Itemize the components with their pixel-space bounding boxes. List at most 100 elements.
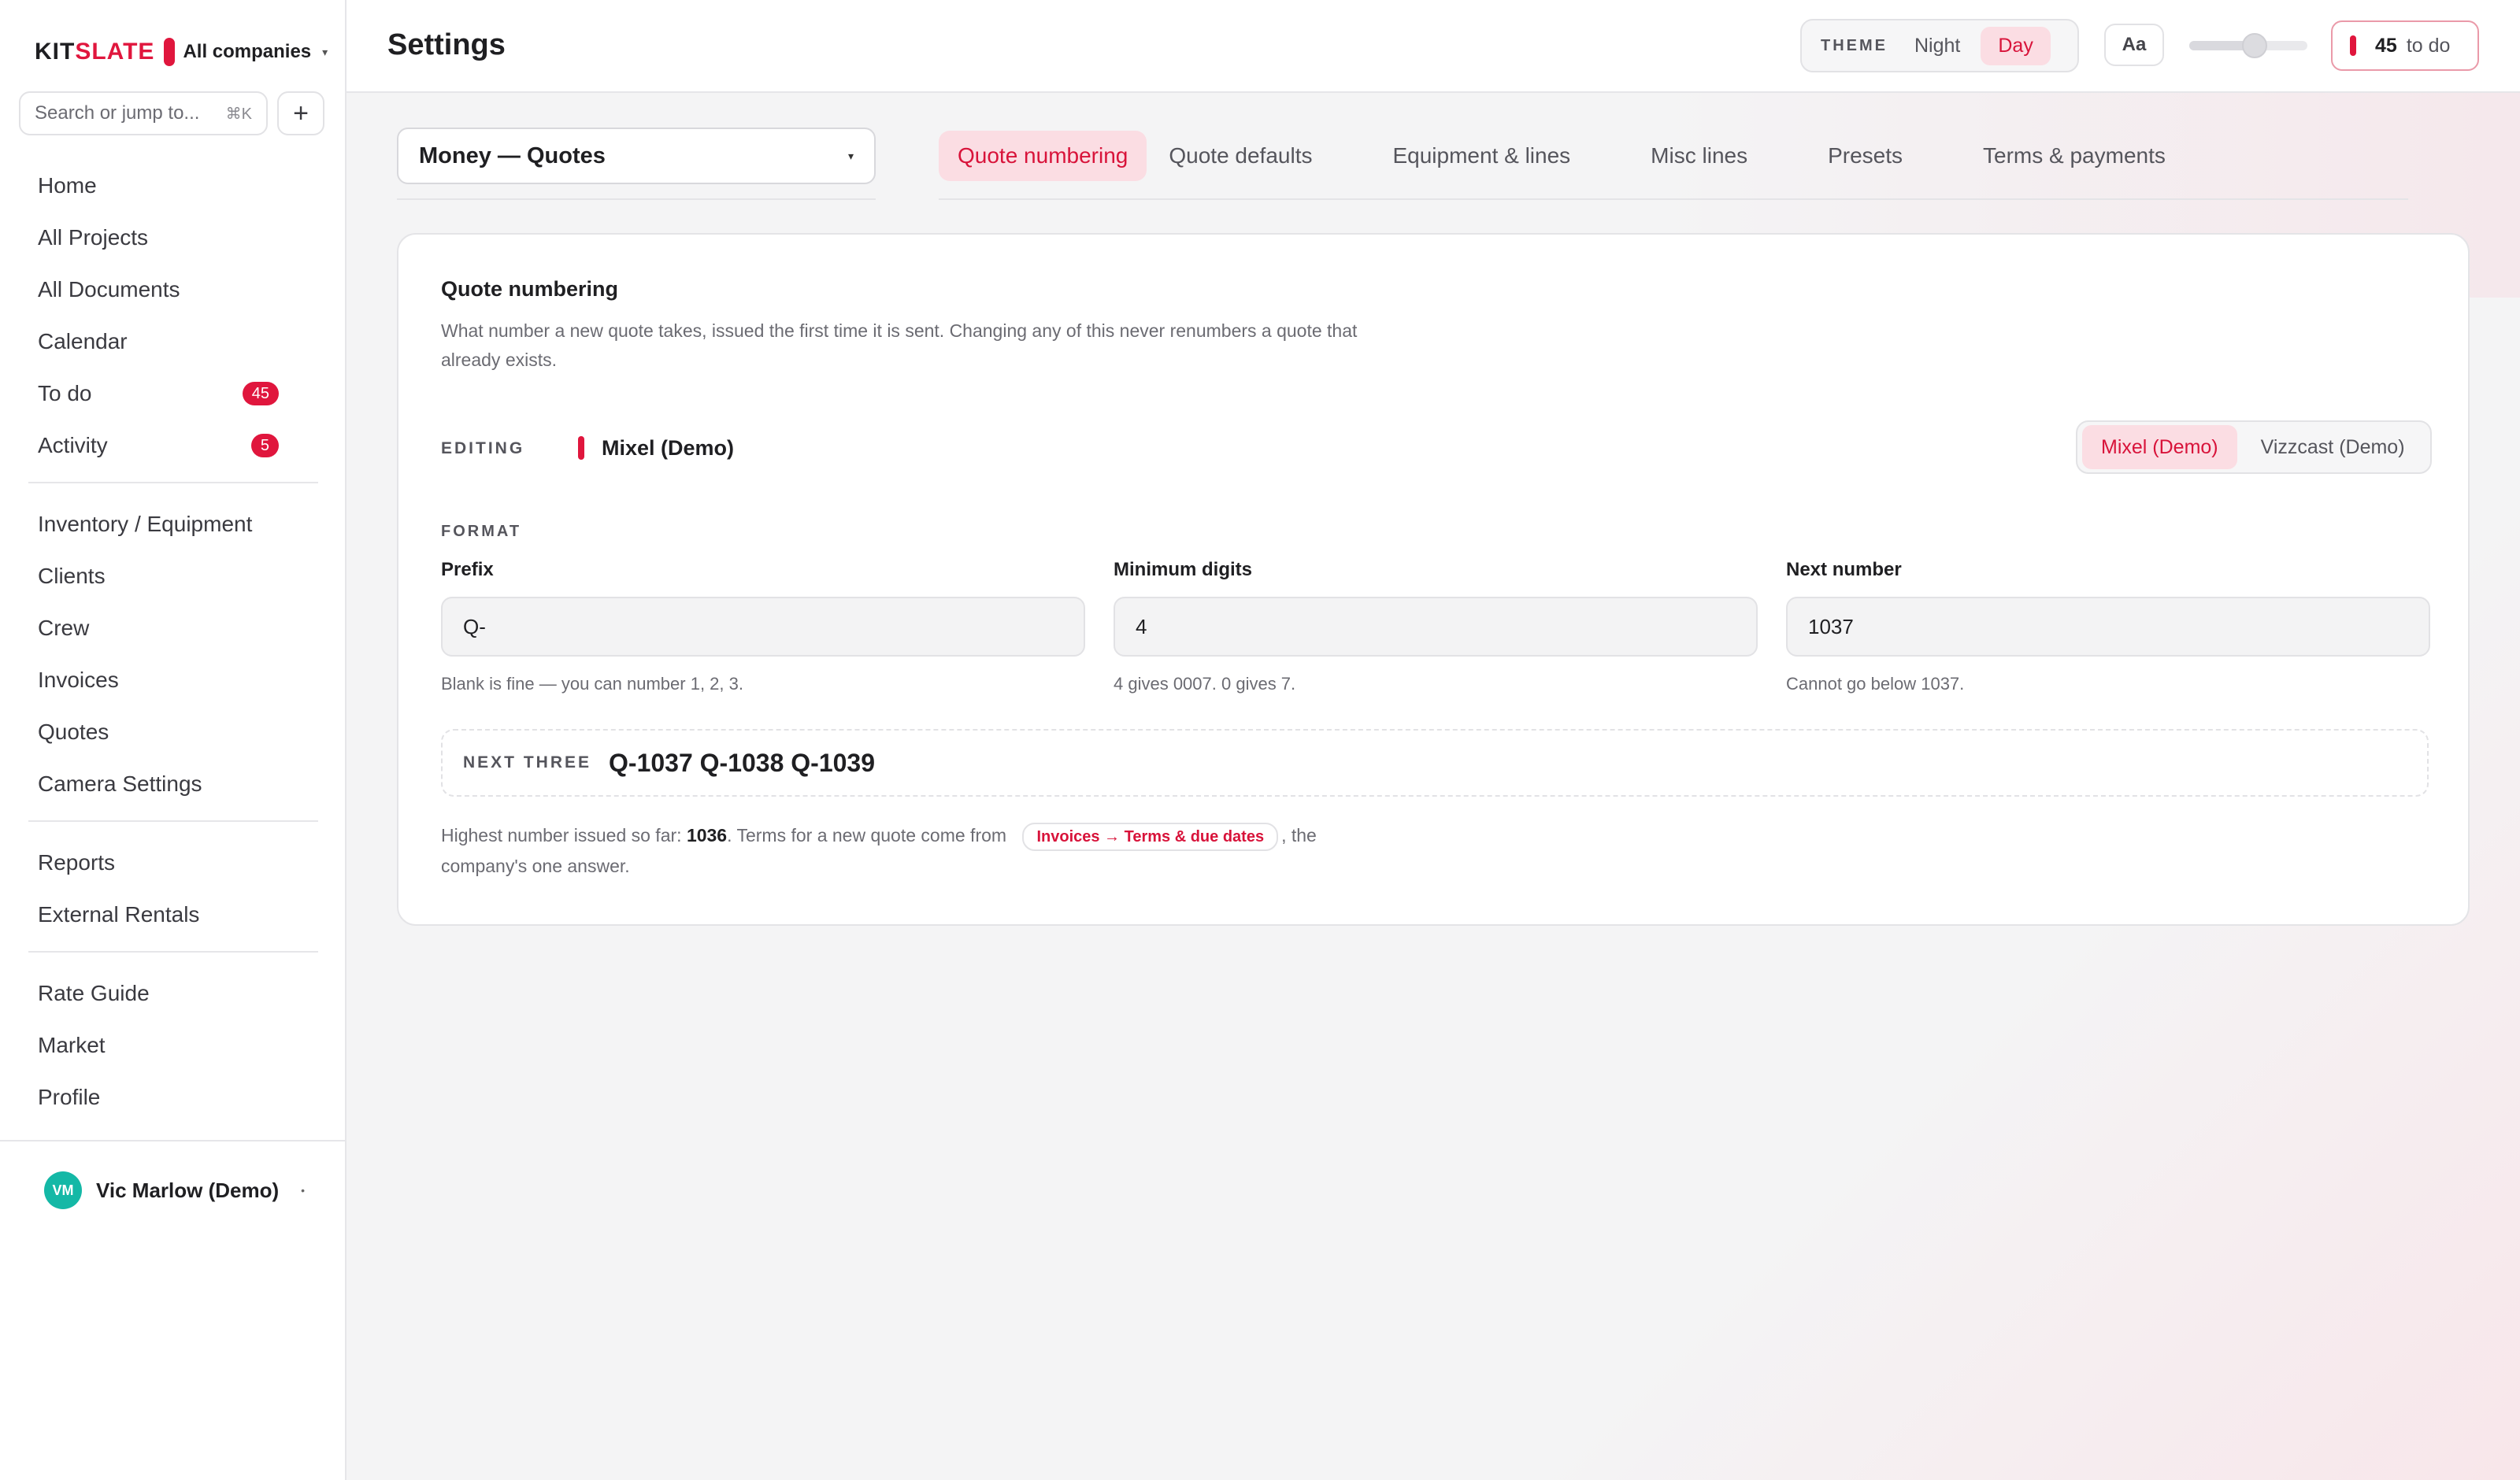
sidebar-item-crew[interactable]: Crew [38,611,274,646]
card-title: Quote numbering [441,277,618,301]
brand-logo: KITSLATE [35,39,155,65]
company-name: All companies [183,41,312,62]
todo-count: 45 [2375,34,2397,57]
sidebar-item-label: All Projects [38,225,149,250]
tab-terms-payments[interactable]: Terms & payments [1964,131,2185,181]
tab-presets[interactable]: Presets [1809,131,1922,181]
sidebar-item-label: Rate Guide [38,981,150,1005]
sidebar-item-label: Home [38,173,97,198]
sidebar-item-quotes[interactable]: Quotes [38,715,274,749]
sidebar-item-all-projects[interactable]: All Projects [38,220,274,255]
page-title: Settings [387,28,506,61]
search-shortcut: ⌘K [225,105,252,123]
sidebar-item-label: Clients [38,564,106,588]
main-content: Money — Quotes ▾ Quote numbering Quote d… [346,93,2520,1480]
add-button[interactable]: + [277,91,324,135]
next-number-help: Cannot go below 1037. [1786,674,1965,694]
chevron-down-icon: ▾ [847,149,854,162]
tab-quote-defaults[interactable]: Quote defaults [1150,131,1331,181]
more-icon: • [301,1184,306,1197]
next-three-label: NEXT THREE [463,753,592,771]
todo-label: to do [2406,34,2451,57]
sidebar-item-rate-guide[interactable]: Rate Guide [38,976,274,1011]
prefix-help: Blank is fine — you can number 1, 2, 3. [441,674,743,694]
sidebar-item-label: Crew [38,616,90,640]
company-option-vizzcast[interactable]: Vizzcast (Demo) [2242,425,2424,469]
plus-icon: + [293,98,309,128]
sidebar-item-label: Reports [38,850,116,875]
quote-numbering-card: Quote numbering What number a new quote … [397,233,2470,926]
sidebar-item-calendar[interactable]: Calendar [38,324,274,359]
user-menu[interactable]: VM Vic Marlow (Demo) • [0,1140,345,1239]
prefix-label: Prefix [441,559,494,580]
sidebar-item-all-documents[interactable]: All Documents [38,272,274,307]
theme-option-day[interactable]: Day [1981,26,2051,65]
sidebar-item-label: Inventory / Equipment [38,512,253,536]
next-three-value: Q-1037 Q-1038 Q-1039 [609,748,875,777]
sidebar: KITSLATE All companies ▾ Search or jump … [0,0,346,1480]
company-toggle: Mixel (Demo) Vizzcast (Demo) [2076,420,2432,474]
sidebar-item-label: Quotes [38,720,109,744]
sidebar-item-label: Activity [38,433,108,457]
min-digits-help: 4 gives 0007. 0 gives 7. [1114,674,1296,694]
card-description: What number a new quote takes, issued th… [441,320,1358,370]
editing-label: EDITING [441,439,525,457]
sidebar-item-label: Invoices [38,668,119,692]
min-digits-field[interactable] [1114,597,1758,657]
sidebar-item-home[interactable]: Home [38,168,274,203]
font-size-button[interactable]: Aa [2104,24,2164,66]
settings-tabs: Quote numbering Quote defaults Equipment… [939,129,2185,183]
search-placeholder: Search or jump to... [35,102,200,124]
sidebar-item-label: All Documents [38,277,180,302]
footnote-text: Highest number issued so far: [441,825,687,845]
count-badge: 5 [250,434,279,457]
sidebar-item-camera-settings[interactable]: Camera Settings [38,767,274,801]
sidebar-item-invoices[interactable]: Invoices [38,663,274,697]
company-switcher[interactable]: KITSLATE All companies ▾ [35,35,328,69]
highest-number: 1036 [686,825,728,845]
sidebar-item-market[interactable]: Market [38,1028,274,1063]
min-digits-label: Minimum digits [1114,559,1252,580]
section-select[interactable]: Money — Quotes ▾ [397,128,876,184]
footnote: Highest number issued so far: 1036. Term… [441,820,1386,881]
brand-accent-pill [164,38,176,66]
editing-indicator [578,436,584,460]
sidebar-item-label: Camera Settings [38,771,202,796]
sidebar-divider [28,951,318,953]
company-option-mixel[interactable]: Mixel (Demo) [2082,425,2237,469]
theme-label: THEME [1821,36,1888,54]
sidebar-item-clients[interactable]: Clients [38,559,274,594]
terms-link[interactable]: Invoices → Terms & due dates [1022,823,1279,851]
section-select-value: Money — Quotes [419,142,606,168]
prefix-field[interactable] [441,597,1085,657]
search-input[interactable]: Search or jump to... ⌘K [19,91,268,135]
format-label: FORMAT [441,523,522,540]
sidebar-item-profile[interactable]: Profile [38,1080,274,1115]
footnote-text: . Terms for a new quote come from [727,825,1012,845]
tab-misc-lines[interactable]: Misc lines [1632,131,1766,181]
sidebar-divider [28,482,318,483]
divider [397,198,876,200]
tab-equipment-lines[interactable]: Equipment & lines [1373,131,1589,181]
slider-thumb[interactable] [2241,33,2267,58]
sidebar-item-activity[interactable]: Activity 5 [38,428,279,463]
sidebar-item-label: To do [38,381,92,405]
editing-company: Mixel (Demo) [602,436,735,460]
tab-quote-numbering[interactable]: Quote numbering [939,131,1147,181]
chevron-down-icon: ▾ [322,45,328,58]
sidebar-item-to-do[interactable]: To do 45 [38,376,279,411]
todo-indicator [2350,35,2356,56]
app-root: KITSLATE All companies ▾ Search or jump … [0,0,2520,1480]
user-name: Vic Marlow (Demo) [96,1178,280,1202]
todo-button[interactable]: 45 to do [2331,20,2479,71]
sidebar-item-reports[interactable]: Reports [38,845,274,880]
sidebar-item-external-rentals[interactable]: External Rentals [38,897,274,932]
sidebar-divider [28,820,318,822]
sidebar-item-label: External Rentals [38,902,200,927]
next-number-field[interactable] [1786,597,2430,657]
theme-option-night[interactable]: Night [1914,35,1960,57]
avatar: VM [44,1171,82,1209]
topbar: Settings THEME Night Day Aa 45 to do [346,0,2520,93]
sidebar-item-inventory[interactable]: Inventory / Equipment [38,507,274,542]
sidebar-item-label: Market [38,1033,106,1057]
